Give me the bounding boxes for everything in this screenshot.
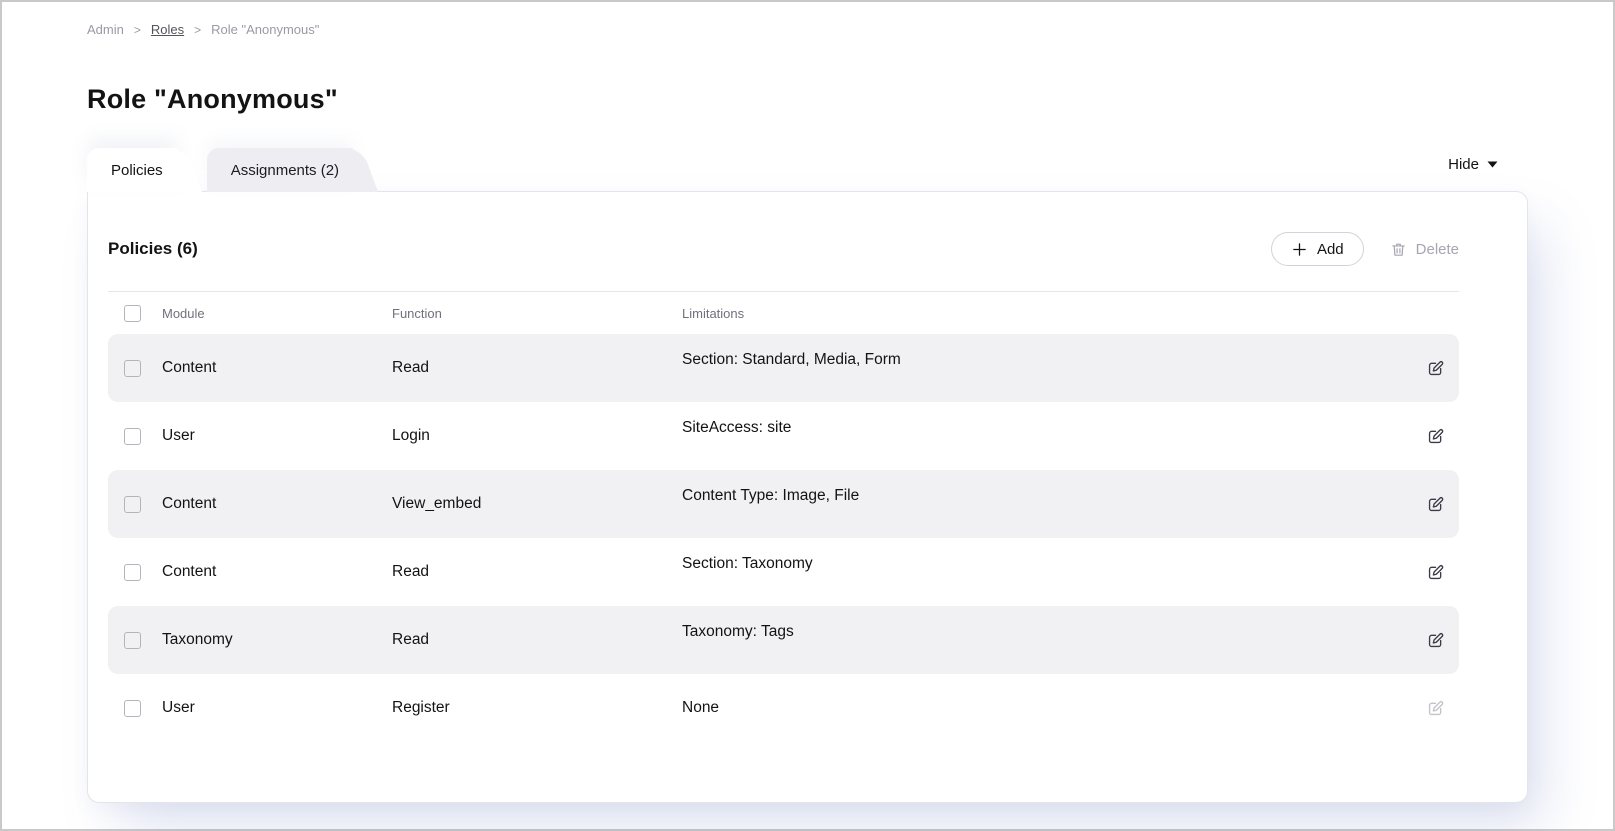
- policies-panel: Policies (6) Add Delete Module Function …: [87, 191, 1528, 803]
- select-all-checkbox[interactable]: [124, 305, 141, 322]
- tab-policies[interactable]: Policies: [87, 148, 177, 192]
- table-header: Module Function Limitations: [108, 292, 1459, 334]
- module-cell: Content: [162, 359, 392, 377]
- edit-policy-button[interactable]: [1411, 423, 1459, 450]
- edit-icon: [1426, 427, 1445, 446]
- add-policy-label: Add: [1317, 241, 1344, 258]
- edit-policy-button[interactable]: [1411, 355, 1459, 382]
- column-header-function: Function: [392, 306, 682, 321]
- policies-table-body: Content Read Section: Standard, Media, F…: [108, 334, 1459, 742]
- breadcrumb-separator: >: [194, 23, 201, 37]
- row-checkbox[interactable]: [124, 700, 141, 717]
- module-cell: Content: [162, 495, 392, 513]
- edit-policy-button[interactable]: [1411, 695, 1459, 722]
- module-cell: Content: [162, 563, 392, 581]
- edit-icon: [1426, 359, 1445, 378]
- row-checkbox[interactable]: [124, 496, 141, 513]
- module-cell: Taxonomy: [162, 631, 392, 649]
- edit-policy-button[interactable]: [1411, 491, 1459, 518]
- table-row: User Register None: [108, 674, 1459, 742]
- breadcrumb-item-roles[interactable]: Roles: [151, 22, 184, 37]
- module-cell: User: [162, 699, 392, 717]
- table-row: Content View_embed Content Type: Image, …: [108, 470, 1459, 538]
- row-checkbox[interactable]: [124, 632, 141, 649]
- limitations-cell: SiteAccess: site: [682, 419, 1411, 437]
- function-cell: View_embed: [392, 495, 682, 513]
- trash-icon: [1390, 241, 1407, 258]
- column-header-module: Module: [162, 306, 392, 321]
- table-row: Content Read Section: Taxonomy: [108, 538, 1459, 606]
- tab-bar: Policies Assignments (2) Hide: [87, 148, 1528, 191]
- function-cell: Read: [392, 631, 682, 649]
- edit-icon: [1426, 699, 1445, 718]
- edit-icon: [1426, 495, 1445, 514]
- limitations-cell: Taxonomy: Tags: [682, 623, 1411, 641]
- function-cell: Read: [392, 359, 682, 377]
- function-cell: Login: [392, 427, 682, 445]
- panel-title: Policies (6): [108, 239, 198, 259]
- edit-icon: [1426, 631, 1445, 650]
- breadcrumb-item-current: Role "Anonymous": [211, 22, 319, 37]
- panel-actions: Add Delete: [1271, 232, 1459, 266]
- breadcrumb-separator: >: [134, 23, 141, 37]
- function-cell: Read: [392, 563, 682, 581]
- row-checkbox[interactable]: [124, 360, 141, 377]
- breadcrumb-item-admin[interactable]: Admin: [87, 22, 124, 37]
- breadcrumb: Admin > Roles > Role "Anonymous": [87, 22, 1528, 37]
- page-title: Role "Anonymous": [87, 84, 1528, 115]
- caret-down-icon: [1487, 161, 1498, 168]
- plus-icon: [1291, 241, 1308, 258]
- table-row: Content Read Section: Standard, Media, F…: [108, 334, 1459, 402]
- hide-toggle[interactable]: Hide: [1448, 156, 1528, 183]
- add-policy-button[interactable]: Add: [1271, 232, 1364, 266]
- edit-policy-button[interactable]: [1411, 627, 1459, 654]
- edit-icon: [1426, 563, 1445, 582]
- panel-header: Policies (6) Add Delete: [108, 232, 1459, 266]
- table-row: Taxonomy Read Taxonomy: Tags: [108, 606, 1459, 674]
- row-checkbox[interactable]: [124, 428, 141, 445]
- edit-policy-button[interactable]: [1411, 559, 1459, 586]
- module-cell: User: [162, 427, 392, 445]
- tab-policies-label: Policies: [111, 162, 163, 179]
- limitations-cell: Section: Taxonomy: [682, 555, 1411, 573]
- page: Admin > Roles > Role "Anonymous" Role "A…: [2, 2, 1613, 829]
- delete-policy-button[interactable]: Delete: [1390, 241, 1459, 258]
- delete-policy-label: Delete: [1416, 241, 1459, 258]
- hide-toggle-label: Hide: [1448, 156, 1479, 173]
- column-header-limitations: Limitations: [682, 306, 1411, 321]
- tab-assignments-label: Assignments (2): [231, 162, 339, 179]
- row-checkbox[interactable]: [124, 564, 141, 581]
- limitations-cell: Section: Standard, Media, Form: [682, 351, 1411, 369]
- limitations-cell: None: [682, 699, 1411, 717]
- table-row: User Login SiteAccess: site: [108, 402, 1459, 470]
- limitations-cell: Content Type: Image, File: [682, 487, 1411, 505]
- tab-assignments[interactable]: Assignments (2): [207, 148, 353, 192]
- function-cell: Register: [392, 699, 682, 717]
